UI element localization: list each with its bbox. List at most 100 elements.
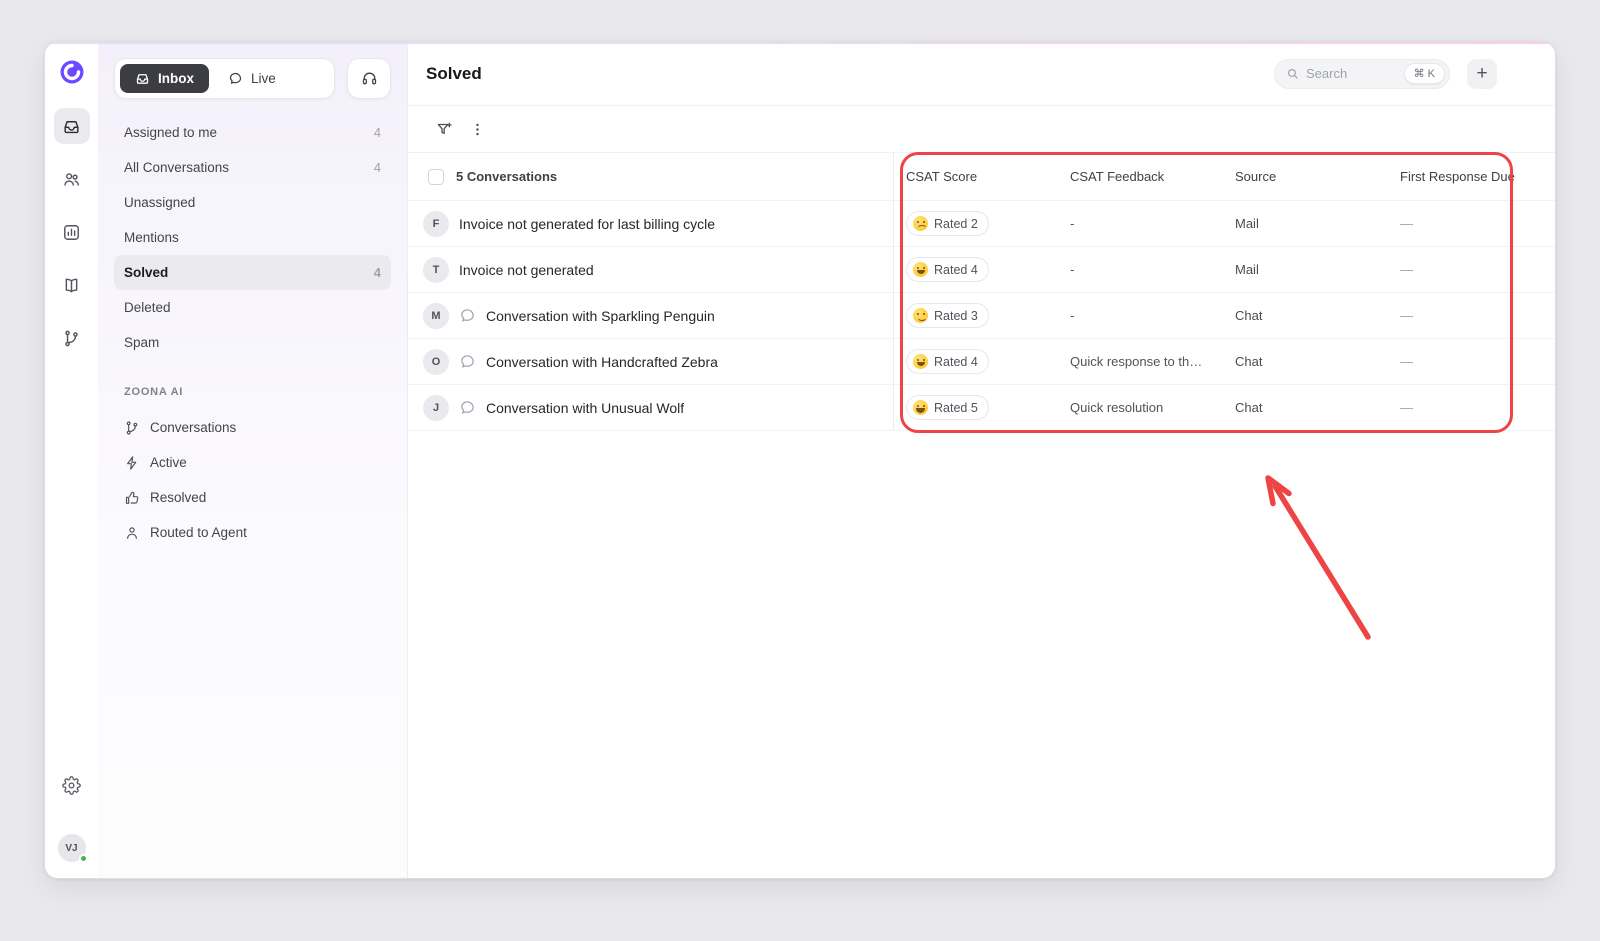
user-avatar[interactable]: VJ (58, 834, 86, 862)
sidebar-item-deleted[interactable]: Deleted (114, 290, 391, 325)
sidebar-item-count: 4 (374, 265, 381, 280)
first-response-due-cell: — (1388, 247, 1555, 292)
branch-icon (124, 420, 140, 436)
rail-reports-button[interactable] (54, 214, 90, 250)
chat-bubble-icon (228, 71, 243, 86)
add-button[interactable]: + (1467, 59, 1497, 89)
sidebar-item-label: Resolved (150, 490, 206, 505)
conversation-title: Conversation with Handcrafted Zebra (486, 354, 718, 370)
more-options-button[interactable] (469, 121, 486, 138)
avatar: F (423, 211, 449, 237)
inbox-live-segmented-control: Inbox Live (114, 58, 335, 99)
source-cell: Chat (1223, 385, 1388, 430)
avatar: J (423, 395, 449, 421)
search-icon (1286, 67, 1299, 80)
sidebar-item-ai-resolved[interactable]: Resolved (114, 480, 391, 515)
rail-inbox-button[interactable] (54, 108, 90, 144)
first-response-due-cell: — (1388, 339, 1555, 384)
inbox-menu: Assigned to me 4 All Conversations 4 Una… (114, 115, 391, 360)
csat-score-label: Rated 3 (934, 309, 978, 323)
filter-bar (408, 106, 1555, 153)
column-header-csat-feedback[interactable]: CSAT Feedback (1058, 153, 1223, 200)
csat-feedback-cell: - (1058, 293, 1223, 338)
conversation-title: Invoice not generated (459, 262, 594, 278)
sidebar-item-label: Active (150, 455, 187, 470)
tab-inbox-label: Inbox (158, 71, 194, 86)
kebab-menu-icon (469, 121, 486, 138)
csat-score-label: Rated 4 (934, 355, 978, 369)
sidebar-item-label: Assigned to me (124, 125, 217, 140)
row-main-cell: F Invoice not generated for last billing… (408, 201, 894, 246)
conversation-title: Conversation with Sparkling Penguin (486, 308, 715, 324)
sidebar-top: Inbox Live (114, 58, 391, 99)
ai-menu: Conversations Active Resolved Routed to … (114, 410, 391, 550)
sidebar-item-mentions[interactable]: Mentions (114, 220, 391, 255)
sidebar-item-all-conversations[interactable]: All Conversations 4 (114, 150, 391, 185)
csat-score-cell: Rated 2 (894, 201, 1058, 246)
avatar: M (423, 303, 449, 329)
sidebar-item-assigned-to-me[interactable]: Assigned to me 4 (114, 115, 391, 150)
csat-score-label: Rated 4 (934, 263, 978, 277)
sidebar-item-label: Solved (124, 265, 168, 280)
users-icon (62, 170, 81, 189)
source-cell: Chat (1223, 293, 1388, 338)
csat-feedback-cell: - (1058, 247, 1223, 292)
column-header-source[interactable]: Source (1223, 153, 1388, 200)
column-header-csat-score[interactable]: CSAT Score (894, 153, 1058, 200)
branch-icon (62, 329, 81, 348)
sidebar-item-label: Deleted (124, 300, 171, 315)
sidebar-item-ai-active[interactable]: Active (114, 445, 391, 480)
sidebar-section-title: ZOONA AI (124, 386, 381, 398)
chat-bubble-icon (459, 307, 476, 324)
add-filter-button[interactable] (436, 121, 453, 138)
column-header-first-response-due[interactable]: First Response Due (1388, 153, 1555, 200)
chat-bubble-icon (459, 399, 476, 416)
sidebar-item-label: All Conversations (124, 160, 229, 175)
selection-count-label: 5 Conversations (456, 169, 557, 184)
sidebar-item-spam[interactable]: Spam (114, 325, 391, 360)
sidebar-item-label: Mentions (124, 230, 179, 245)
gear-icon (62, 776, 81, 795)
first-response-due-cell: — (1388, 385, 1555, 430)
csat-emoji-icon (913, 262, 928, 277)
sidebar-item-ai-conversations[interactable]: Conversations (114, 410, 391, 445)
sidebar-item-label: Spam (124, 335, 159, 350)
rail-automation-button[interactable] (54, 320, 90, 356)
csat-score-pill: Rated 4 (906, 349, 989, 374)
csat-score-pill: Rated 4 (906, 257, 989, 282)
csat-emoji-icon (913, 216, 928, 231)
sidebar-item-ai-routed-to-agent[interactable]: Routed to Agent (114, 515, 391, 550)
csat-score-cell: Rated 4 (894, 339, 1058, 384)
select-all-checkbox[interactable] (428, 169, 444, 185)
rail-contacts-button[interactable] (54, 161, 90, 197)
row-main-cell: M Conversation with Sparkling Penguin (408, 293, 894, 338)
table-header-row: 5 Conversations CSAT Score CSAT Feedback… (408, 153, 1555, 201)
table-row[interactable]: J Conversation with Unusual Wolf Rated 5… (408, 385, 1555, 431)
rail-knowledge-button[interactable] (54, 267, 90, 303)
tab-inbox[interactable]: Inbox (120, 64, 209, 93)
person-icon (124, 525, 140, 541)
tab-live[interactable]: Live (213, 64, 291, 93)
table-row[interactable]: F Invoice not generated for last billing… (408, 201, 1555, 247)
csat-score-cell: Rated 5 (894, 385, 1058, 430)
search-input[interactable]: Search ⌘ K (1274, 59, 1450, 89)
sidebar-item-solved[interactable]: Solved 4 (114, 255, 391, 290)
table-row[interactable]: O Conversation with Handcrafted Zebra Ra… (408, 339, 1555, 385)
headset-button[interactable] (347, 58, 391, 99)
rail-settings-button[interactable] (54, 767, 90, 803)
sidebar-item-unassigned[interactable]: Unassigned (114, 185, 391, 220)
csat-emoji-icon (913, 400, 928, 415)
brand-logo[interactable] (58, 58, 86, 86)
csat-score-label: Rated 2 (934, 217, 978, 231)
table-row[interactable]: M Conversation with Sparkling Penguin Ra… (408, 293, 1555, 339)
inbox-icon (135, 71, 150, 86)
conversations-table: 5 Conversations CSAT Score CSAT Feedback… (408, 153, 1555, 878)
csat-score-pill: Rated 3 (906, 303, 989, 328)
csat-score-pill: Rated 5 (906, 395, 989, 420)
csat-score-cell: Rated 3 (894, 293, 1058, 338)
book-icon (62, 276, 81, 295)
conversation-title: Invoice not generated for last billing c… (459, 216, 715, 232)
icon-rail: VJ (45, 42, 98, 878)
csat-emoji-icon (913, 308, 928, 323)
table-row[interactable]: T Invoice not generated Rated 4 - Mail — (408, 247, 1555, 293)
